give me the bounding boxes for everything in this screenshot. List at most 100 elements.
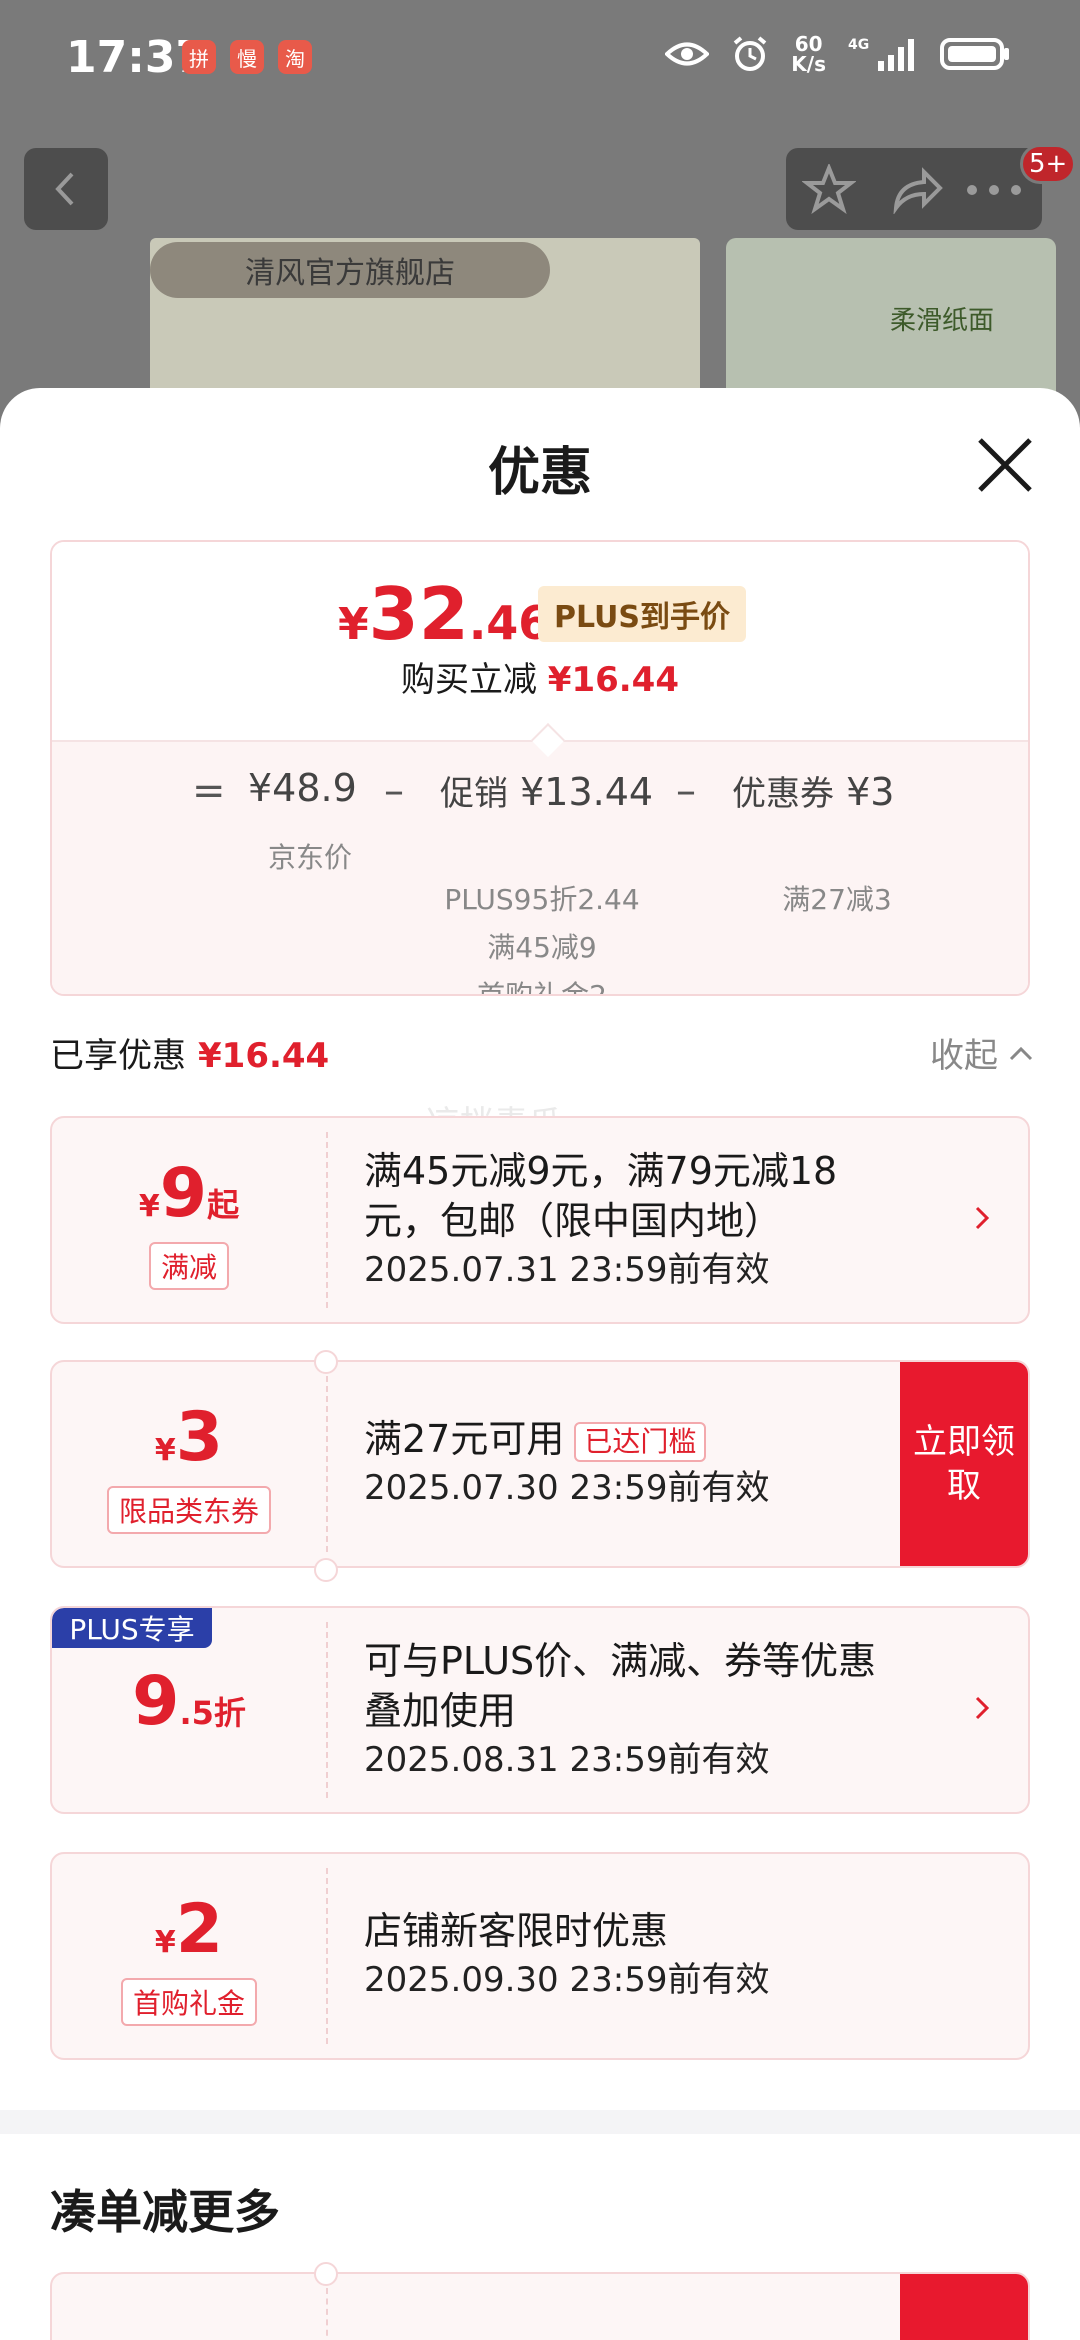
card-unit: 起 [207,1186,240,1224]
promo-detail: PLUS95折2.44 [444,883,640,916]
gift-card: ¥2 首购礼金 店铺新客限时优惠 2025.09.30 23:59前有效 [50,1852,1030,2060]
coupon-card: ¥3 限品类东券 满27元可用 已达门槛 2025.07.30 23:59前有效 … [50,1360,1030,1568]
equals-sign: = [192,768,226,814]
card-divider [326,1868,328,2044]
card-tag: 首购礼金 [120,1978,258,2026]
plus-price-tag: PLUS到手价 [538,586,746,642]
eye-icon [665,42,710,66]
chevron-up-icon [1009,1046,1033,1060]
minus-sign: – [676,768,696,814]
alarm-icon [734,36,767,71]
more-icon[interactable] [964,184,1024,196]
card-notch [314,1350,338,1374]
card-value-area: ¥2 首购礼金 [52,1854,326,2058]
card-value-area: ¥3 限品类东券 [52,1362,326,1566]
notification-icons: 拼 慢 淘 [182,40,312,74]
promo-detail: 首购礼金2 [477,979,607,996]
currency-symbol: ¥ [138,1189,160,1224]
card-tag: 限品类东券 [106,1486,272,1534]
card-line: 元，包邮（限中国内地） [364,1199,783,1243]
status-right: 60 K/s 4G [665,34,1010,74]
chevron-right-icon[interactable] [974,1204,990,1232]
claim-button-partial[interactable] [900,2274,1028,2340]
net-speed-unit: K/s [791,52,826,76]
card-description: 可与PLUS价、满减、券等优惠 叠加使用 2025.08.31 23:59前有效 [364,1636,924,1784]
currency-symbol: ¥ [154,1925,176,1960]
card-value-area: ¥9起 满减 [52,1118,326,1322]
card-description: 满27元可用 已达门槛 2025.07.30 23:59前有效 [364,1414,924,1512]
coupon-card-partial [50,2272,1030,2340]
card-description: 店铺新客限时优惠 2025.09.30 23:59前有效 [364,1906,924,2004]
coupon-label: 优惠券 [732,774,834,814]
card-tag: 满减 [148,1242,230,1290]
card-notch [314,1558,338,1582]
collapse-label: 收起 [930,1036,998,1076]
threshold-reached-tag: 已达门槛 [574,1421,707,1462]
final-price: ¥32.46 [338,572,550,656]
card-line: 可与PLUS价、满减、券等优惠 [364,1639,877,1683]
enjoyed-discount: 已享优惠 ¥16.44 [50,1028,329,1077]
card-amount: 3 [175,1398,224,1477]
card-line: 叠加使用 [364,1689,517,1733]
card-line: 满27元可用 已达门槛 [364,1414,924,1464]
collapse-button[interactable]: 收起 [930,1028,1034,1077]
svg-text:4G: 4G [848,37,869,53]
card-value: ¥3 [52,1398,326,1477]
card-amount: 2 [175,1890,224,1969]
top-actions [786,148,1042,230]
instant-discount-label: 购买立减 [400,660,537,700]
coupon-detail: 满27减3 [782,883,892,916]
more-section-title: 凑单减更多 [50,2185,280,2239]
product-image-label: 柔滑纸面 [890,306,995,336]
card-date: 2025.09.30 23:59前有效 [364,1960,770,2000]
chevron-right-icon[interactable] [974,1694,990,1722]
card-date: 2025.08.31 23:59前有效 [364,1740,770,1780]
card-line: 满45元减9元，满79元减18 [364,1149,838,1193]
card-value-area: 9.5折 [52,1608,326,1812]
promo-value: ¥13.44 [520,770,654,814]
card-value: ¥2 [52,1890,326,1969]
star-icon[interactable] [802,164,856,214]
enjoyed-value: ¥16.44 [198,1036,330,1076]
currency-symbol: ¥ [154,1433,176,1468]
instant-discount: 购买立减 ¥16.44 [52,652,1028,701]
status-bar: 17:37 拼 慢 淘 60 K/s 4G [0,0,1080,120]
card-value: 9.5折 [52,1662,326,1741]
card-condition: 满27元可用 [364,1417,565,1461]
share-icon[interactable] [890,164,944,214]
claim-button[interactable]: 立即领取 [900,1362,1028,1566]
card-divider [326,1132,328,1308]
instant-discount-value: ¥16.44 [547,660,679,700]
app-badge-icon: 拼 [182,40,216,74]
card-amount: 9 [159,1154,208,1233]
app-badge-icon: 慢 [230,40,264,74]
card-date: 2025.07.31 23:59前有效 [364,1250,770,1290]
card-notch [314,2262,338,2286]
final-price-symbol: ¥ [338,599,369,650]
plus-discount-card[interactable]: PLUS专享 9.5折 可与PLUS价、满减、券等优惠 叠加使用 2025.08… [50,1606,1030,1814]
sheet-title: 优惠 [487,443,592,503]
promo-label: 促销 [440,774,508,814]
store-banner: 清风官方旗舰店 [150,242,550,298]
notification-badge: 5+ [1020,144,1077,184]
jd-price: ¥48.9 [248,766,357,810]
discount-card[interactable]: ¥9起 满减 满45元减9元，满79元减18 元，包邮（限中国内地） 2025.… [50,1116,1030,1324]
close-icon[interactable] [972,432,1038,498]
card-line: 店铺新客限时优惠 [364,1909,669,1953]
card-unit: .5折 [179,1694,246,1732]
card-description: 满45元减9元，满79元减18 元，包邮（限中国内地） 2025.07.31 2… [364,1146,924,1294]
battery-icon [940,38,1009,70]
enjoyed-label: 已享优惠 [50,1036,186,1076]
net-speed-value: 60 [794,32,823,56]
back-button[interactable] [24,148,108,230]
card-amount: 9 [132,1662,180,1741]
signal-icon: 4G [848,37,914,71]
card-divider [326,1622,328,1798]
jd-price-label: 京东价 [267,841,352,874]
card-value: ¥9起 [52,1154,326,1233]
card-divider [326,2288,328,2340]
promo-detail: 满45减9 [487,931,597,964]
chevron-left-icon [55,172,74,206]
final-price-integer: 32 [368,572,469,656]
app-badge-icon: 淘 [278,40,312,74]
